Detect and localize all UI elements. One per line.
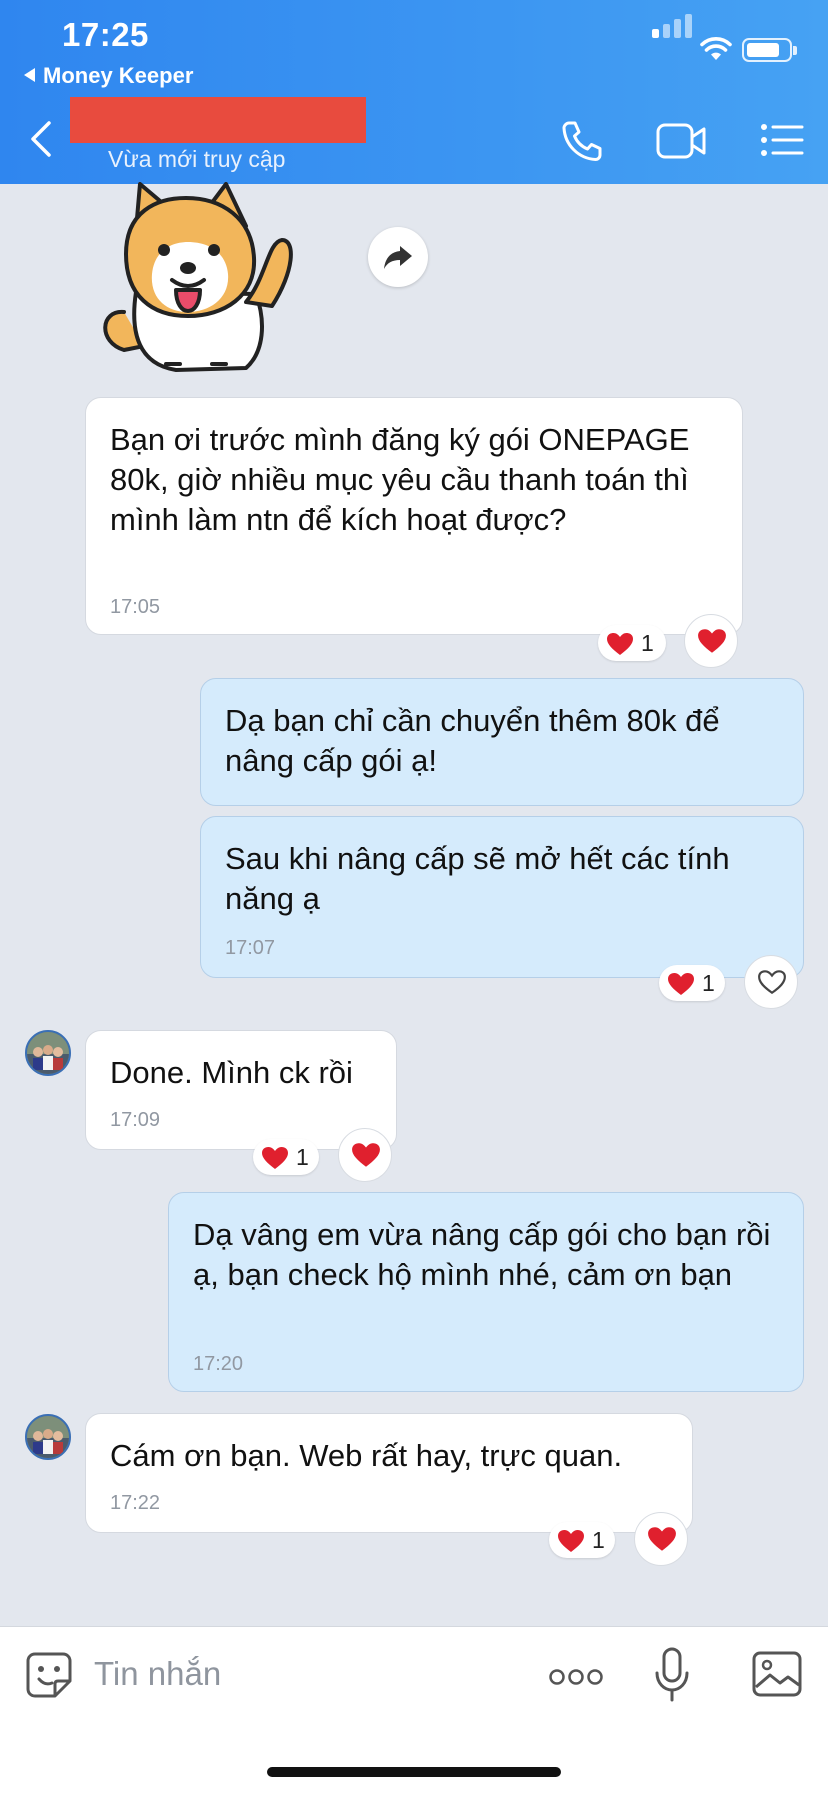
reaction-count: 1: [641, 630, 654, 656]
forward-arrow-icon: [384, 246, 412, 269]
menu-list-icon[interactable]: [760, 123, 804, 157]
message-bubble-outgoing[interactable]: Sau khi nâng cấp sẽ mở hết các tính năng…: [200, 816, 804, 978]
forward-button[interactable]: [368, 227, 428, 287]
reaction-count: 1: [702, 970, 715, 996]
reaction-count-badge[interactable]: 1: [598, 625, 666, 661]
back-triangle-icon: [24, 68, 35, 82]
heart-icon: [668, 973, 694, 995]
react-button[interactable]: [744, 955, 798, 1009]
heart-icon: [352, 1143, 380, 1167]
heart-icon: [607, 633, 633, 655]
message-text: Bạn ơi trước mình đăng ký gói ONEPAGE 80…: [110, 422, 690, 537]
home-indicator: [267, 1767, 561, 1777]
heart-icon: [698, 629, 726, 653]
back-chevron-icon[interactable]: [28, 120, 54, 158]
message-time: 17:09: [110, 1109, 161, 1131]
avatar[interactable]: [25, 1030, 71, 1076]
message-text: Dạ vâng em vừa nâng cấp gói cho bạn rồi …: [193, 1217, 771, 1292]
message-text: Dạ bạn chỉ cần chuyển thêm 80k để nâng c…: [225, 703, 720, 778]
avatar[interactable]: [25, 1414, 71, 1460]
back-app-label: Money Keeper: [43, 63, 194, 88]
message-bubble-incoming[interactable]: Bạn ơi trước mình đăng ký gói ONEPAGE 80…: [85, 397, 743, 635]
message-input[interactable]: Tin nhắn: [94, 1655, 221, 1693]
reaction-count-badge[interactable]: 1: [549, 1522, 615, 1558]
wifi-icon: [700, 37, 732, 60]
image-gallery-icon[interactable]: [752, 1651, 802, 1697]
message-text: Sau khi nâng cấp sẽ mở hết các tính năng…: [225, 841, 730, 916]
reaction-count-badge[interactable]: 1: [659, 965, 725, 1001]
heart-icon: [558, 1530, 584, 1552]
sticker-smile-icon[interactable]: [25, 1651, 73, 1699]
back-to-app-link[interactable]: Money Keeper: [24, 63, 193, 89]
react-button[interactable]: [634, 1512, 688, 1566]
message-composer: Tin nhắn: [0, 1626, 828, 1793]
react-button[interactable]: [338, 1128, 392, 1182]
message-bubble-outgoing[interactable]: Dạ vâng em vừa nâng cấp gói cho bạn rồi …: [168, 1192, 804, 1392]
message-time: 17:07: [225, 937, 276, 959]
message-text: Done. Mình ck rồi: [110, 1055, 353, 1090]
reaction-count-badge[interactable]: 1: [253, 1139, 319, 1175]
battery-icon: [742, 38, 797, 62]
reaction-count: 1: [592, 1527, 605, 1553]
reaction-count: 1: [296, 1144, 309, 1170]
status-time: 17:25: [62, 16, 149, 53]
video-call-icon[interactable]: [656, 121, 708, 161]
message-time: 17:20: [193, 1353, 244, 1375]
message-time: 17:22: [110, 1492, 161, 1514]
message-bubble-outgoing[interactable]: Dạ bạn chỉ cần chuyển thêm 80k để nâng c…: [200, 678, 804, 806]
group-photo-avatar-image: [27, 1032, 69, 1074]
react-button[interactable]: [684, 614, 738, 668]
contact-status: Vừa mới truy cập: [108, 146, 286, 172]
message-text: Cám ơn bạn. Web rất hay, trực quan.: [110, 1438, 623, 1473]
heart-icon: [648, 1527, 676, 1551]
group-photo-avatar-image: [27, 1416, 69, 1458]
microphone-icon[interactable]: [654, 1647, 690, 1703]
heart-icon: [262, 1147, 288, 1169]
redacted-contact-name: [70, 97, 366, 143]
heart-outline-icon: [758, 970, 786, 995]
phone-icon[interactable]: [560, 120, 604, 162]
more-dots-icon[interactable]: [548, 1668, 604, 1686]
shiba-dog-sticker[interactable]: [96, 182, 306, 378]
chat-header: 17:25 Money Keeper Vừa mới truy cập: [0, 0, 828, 184]
message-time: 17:05: [110, 596, 161, 618]
message-bubble-incoming[interactable]: Cám ơn bạn. Web rất hay, trực quan. 17:2…: [85, 1413, 693, 1533]
